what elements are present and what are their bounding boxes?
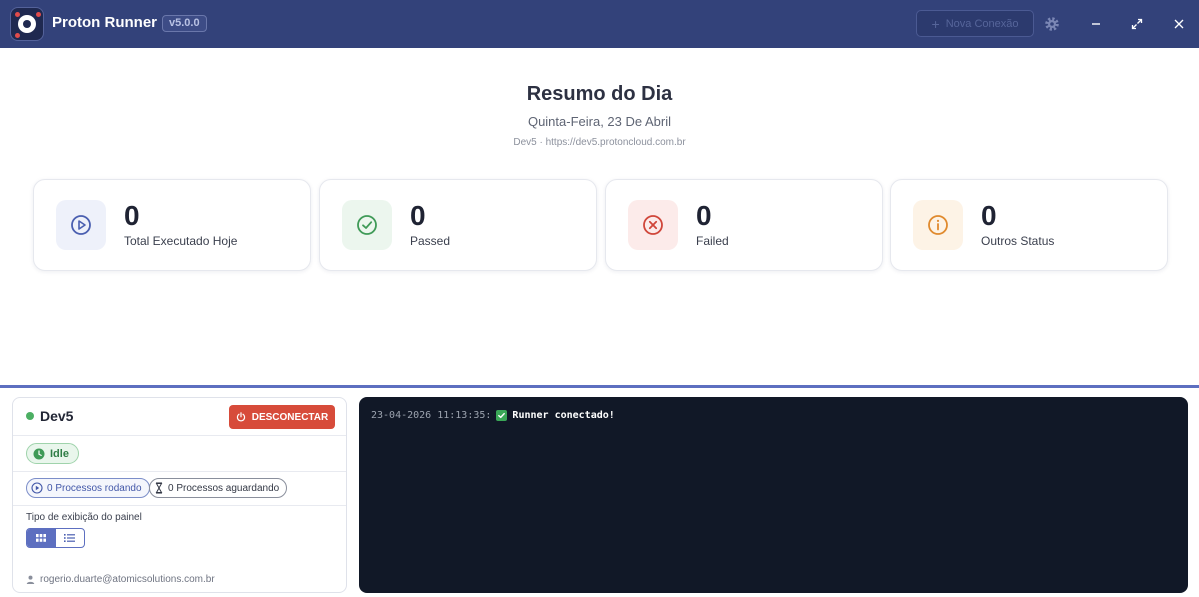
stat-card-other: 0 Outros Status: [890, 179, 1168, 271]
new-connection-label: Nova Conexão: [945, 17, 1019, 30]
disconnect-label: DESCONECTAR: [251, 411, 329, 423]
summary-title: Resumo do Dia: [526, 83, 673, 105]
summary-date: Quinta-Feira, 23 De Abril: [527, 114, 672, 129]
view-mode-label: Tipo de exibição do painel: [26, 512, 142, 523]
play-icon: [31, 482, 43, 494]
user-icon: [26, 575, 35, 584]
panel-divider[interactable]: [0, 385, 1199, 388]
close-icon[interactable]: [1168, 13, 1190, 35]
status-badge: Idle: [26, 443, 79, 464]
check-icon: [496, 410, 508, 421]
plus-icon: +: [931, 15, 940, 32]
version-badge: v5.0.0: [162, 15, 207, 32]
disconnect-button[interactable]: DESCONECTAR: [229, 405, 335, 429]
stat-label: Total Executado Hoje: [124, 234, 238, 248]
summary-environment: Dev5 · https://dev5.protoncloud.com.br: [513, 137, 686, 148]
daily-summary: Resumo do Dia Quinta-Feira, 23 De Abril …: [0, 48, 1199, 385]
list-icon: [64, 534, 76, 542]
user-email: rogerio.duarte@atomicsolutions.com.br: [40, 574, 215, 585]
new-connection-button[interactable]: + Nova Conexão: [916, 10, 1034, 37]
info-icon: [913, 200, 963, 250]
maximize-icon[interactable]: [1126, 13, 1148, 35]
running-processes-label: 0 Processos rodando: [47, 482, 142, 494]
app-title: Proton Runner: [52, 14, 157, 31]
view-mode-toggle: [26, 528, 85, 548]
stat-label: Failed: [696, 234, 729, 248]
check-circle-icon: [342, 200, 392, 250]
stat-label: Passed: [410, 234, 451, 248]
play-icon: [56, 200, 106, 250]
stat-label: Outros Status: [981, 234, 1055, 248]
power-icon: [236, 412, 245, 422]
grid-view-button[interactable]: [27, 529, 56, 547]
stat-card-passed: 0 Passed: [319, 179, 597, 271]
separator: [13, 471, 346, 472]
connection-name: Dev5: [40, 408, 74, 424]
waiting-processes-badge: 0 Processos aguardando: [149, 478, 288, 498]
stat-card-total: 0 Total Executado Hoje: [33, 179, 311, 271]
running-processes-badge: 0 Processos rodando: [26, 478, 150, 498]
hourglass-icon: [155, 482, 163, 494]
user-info: rogerio.duarte@atomicsolutions.com.br: [26, 574, 215, 585]
log-timestamp: 23-04-2026 11:13:35:: [371, 410, 492, 421]
connection-status-dot: [26, 412, 34, 420]
minimize-icon[interactable]: [1085, 13, 1107, 35]
app-logo: [10, 7, 44, 41]
stat-value: 0: [410, 200, 426, 231]
stat-value: 0: [696, 200, 712, 231]
stat-card-failed: 0 Failed: [605, 179, 883, 271]
separator: [13, 505, 346, 506]
waiting-processes-label: 0 Processos aguardando: [168, 482, 280, 494]
log-console: 23-04-2026 11:13:35: Runner conectado!: [359, 397, 1188, 593]
x-circle-icon: [628, 200, 678, 250]
stat-value: 0: [981, 200, 997, 231]
log-message: Runner conectado!: [512, 410, 615, 421]
clock-icon: [33, 448, 45, 459]
status-label: Idle: [50, 447, 69, 460]
stat-value: 0: [124, 200, 140, 231]
gear-icon[interactable]: [1041, 13, 1063, 35]
title-bar: Proton Runner v5.0.0 + Nova Conexão: [0, 0, 1199, 48]
list-view-button[interactable]: [56, 529, 85, 547]
log-line: 23-04-2026 11:13:35: Runner conectado!: [371, 410, 615, 421]
grid-icon: [36, 534, 47, 542]
connection-panel: Dev5 DESCONECTAR Idle 0 Processos rodand…: [12, 397, 347, 593]
separator: [13, 435, 346, 436]
